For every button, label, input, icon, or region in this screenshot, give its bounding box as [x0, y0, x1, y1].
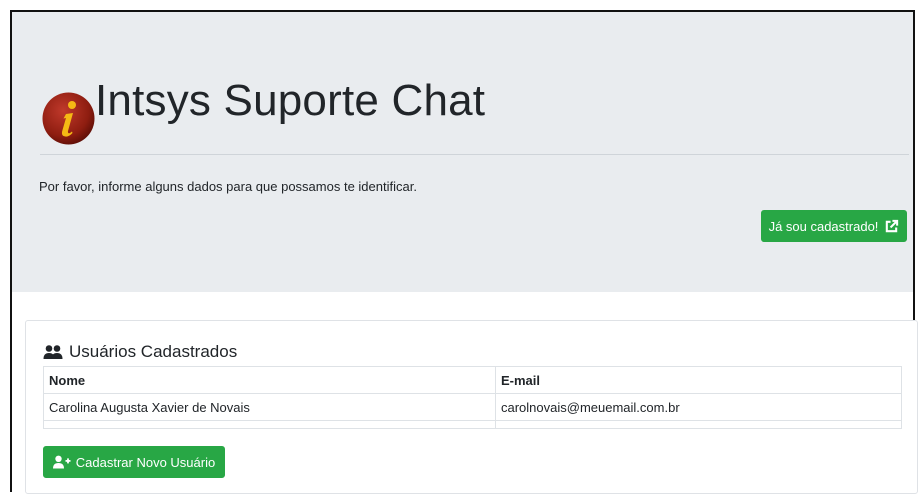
user-plus-icon: [52, 455, 71, 469]
column-header-name: Nome: [43, 366, 496, 394]
users-card: Usuários Cadastrados Nome E-mail Carolin…: [25, 320, 918, 494]
users-card-title-text: Usuários Cadastrados: [69, 342, 238, 361]
external-link-icon: [884, 219, 899, 234]
user-name-cell: Carolina Augusta Xavier de Novais: [43, 393, 496, 421]
lead-text: Por favor, informe alguns dados para que…: [39, 179, 417, 194]
table-header-row: Nome E-mail: [43, 366, 902, 394]
already-registered-label: Já sou cadastrado!: [768, 218, 879, 234]
page-title: Intsys Suporte Chat: [95, 76, 486, 125]
column-header-email: E-mail: [495, 366, 902, 394]
intsys-logo-icon: [42, 92, 95, 145]
users-icon: [43, 345, 63, 359]
already-registered-button[interactable]: Já sou cadastrado!: [761, 210, 907, 242]
user-email-cell: carolnovais@meuemail.com.br: [495, 393, 902, 421]
header-divider: [40, 154, 909, 155]
table-row[interactable]: Carolina Augusta Xavier de Novais caroln…: [43, 393, 902, 421]
add-user-button[interactable]: Cadastrar Novo Usuário: [43, 446, 225, 478]
users-card-title: Usuários Cadastrados: [43, 342, 237, 362]
table-spacer-row: [43, 420, 902, 429]
users-table: Nome E-mail Carolina Augusta Xavier de N…: [43, 366, 902, 429]
add-user-button-label: Cadastrar Novo Usuário: [75, 454, 216, 470]
header-jumbotron: Intsys Suporte Chat Por favor, informe a…: [12, 12, 913, 292]
